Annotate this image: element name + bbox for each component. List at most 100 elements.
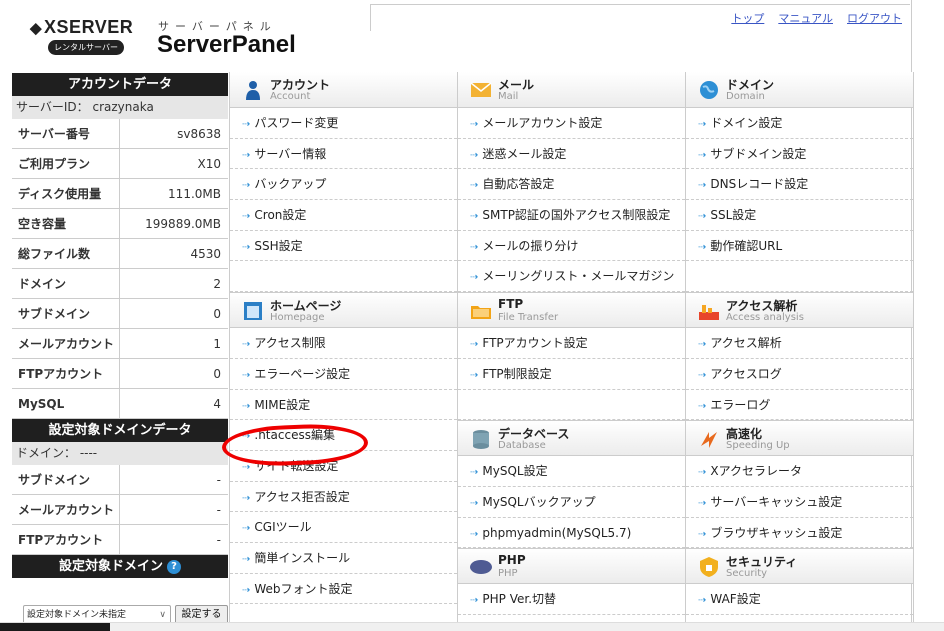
arrow-right-icon: ⇢ [470, 211, 479, 223]
menu-item-database[interactable]: ⇢ MySQLバックアップ [458, 487, 685, 518]
section-header-php[interactable]: PHP PHP [458, 548, 685, 585]
sidebar-data-row: 空き容量 199889.0MB [12, 209, 228, 239]
arrow-right-icon: ⇢ [242, 119, 251, 130]
menu-item-label: FTPアカウント設定 [482, 336, 588, 351]
link-logout[interactable]: ログアウト [847, 12, 902, 25]
menu-item-database[interactable]: ⇢ phpmyadmin(MySQL5.7) [458, 518, 685, 549]
sidebar-data-label: 総ファイル数 [12, 239, 120, 268]
menu-item-php[interactable]: ⇢ PHP Ver.切替 [458, 584, 685, 615]
section-subtitle: Mail [498, 91, 519, 102]
arrow-right-icon: ⇢ [698, 528, 707, 540]
menu-item-ftp[interactable]: ⇢ FTP制限設定 [458, 359, 685, 390]
menu-item-domain[interactable]: ⇢ ドメイン設定 [686, 108, 913, 139]
section-header-ftp[interactable]: FTP File Transfer [458, 292, 685, 329]
menu-item-domain[interactable]: ⇢ サブドメイン設定 [686, 139, 913, 170]
menu-item-domain[interactable]: ⇢ DNSレコード設定 [686, 169, 913, 201]
menu-item-domain[interactable]: ⇢ 動作確認URL [686, 231, 913, 262]
account-data-heading: アカウントデータ [12, 73, 228, 96]
menu-item-mail[interactable]: ⇢ メールの振り分け [458, 231, 685, 262]
menu-item-account[interactable]: ⇢ バックアップ [230, 169, 457, 201]
menu-item-label: サーバー情報 [254, 146, 327, 161]
link-manual[interactable]: マニュアル [778, 12, 833, 25]
section-header-database[interactable]: データベース Database [458, 420, 685, 457]
sidebar-data-value: - [216, 473, 221, 487]
section-header-security[interactable]: セキュリティ Security [686, 548, 913, 585]
menu-item-homepage[interactable]: ⇢ MIME設定 [230, 390, 457, 421]
link-top[interactable]: トップ [731, 12, 764, 25]
menu-item-homepage[interactable]: ⇢ アクセス制限 [230, 328, 457, 359]
sidebar-data-value: 0 [213, 307, 221, 321]
menu-item-domain[interactable]: ⇢ SSL設定 [686, 200, 913, 231]
menu-item-access[interactable]: ⇢ エラーログ [686, 390, 913, 421]
menu-item-account[interactable]: ⇢ サーバー情報 [230, 139, 457, 170]
menu-item-speed[interactable]: ⇢ ブラウザキャッシュ設定 [686, 518, 913, 549]
menu-item-account[interactable]: ⇢ パスワード変更 [230, 108, 457, 139]
access-analysis-chart-icon [698, 300, 720, 322]
section-subtitle: Access analysis [726, 312, 804, 324]
menu-item-speed[interactable]: ⇢ サーバーキャッシュ設定 [686, 487, 913, 518]
sidebar-data-label: ディスク使用量 [12, 179, 120, 208]
section-header-account[interactable]: アカウント Account [230, 72, 457, 108]
section-header-homepage[interactable]: ホームページ Homepage [230, 292, 457, 329]
menu-item-mail[interactable]: ⇢ 自動応答設定 [458, 169, 685, 201]
xserver-logo[interactable]: ◆ XSERVER [30, 17, 133, 38]
menu-column-2: メール Mail ⇢ メールアカウント設定 ⇢ 迷惑メール設定 ⇢ 自動応答設定 ⇢ SMTP認証… [458, 72, 686, 631]
menu-item-database[interactable]: ⇢ MySQL設定 [458, 456, 685, 487]
sidebar-data-row: サーバー番号 sv8638 [12, 119, 228, 149]
menu-item-account[interactable]: ⇢ Cron設定 [230, 200, 457, 231]
section-header-mail[interactable]: メール Mail [458, 72, 685, 108]
menu-item-homepage[interactable]: ⇢ CGIツール [230, 512, 457, 543]
arrow-right-icon: ⇢ [470, 241, 479, 253]
logo-rental-badge: レンタルサーバー [48, 40, 124, 55]
arrow-right-icon: ⇢ [698, 211, 707, 223]
menu-item-speed[interactable]: ⇢ Xアクセラレータ [686, 456, 913, 487]
arrow-right-icon: ⇢ [242, 400, 251, 412]
menu-item-mail[interactable]: ⇢ SMTP認証の国外アクセス制限設定 [458, 200, 685, 231]
sidebar-data-label: サブドメイン [12, 465, 120, 494]
sidebar-data-value: X10 [197, 157, 222, 171]
sidebar-data-label: ご利用プラン [12, 149, 120, 178]
menu-item-label: メールの振り分け [482, 238, 579, 253]
section-header-speed[interactable]: 高速化 Speeding Up [686, 420, 913, 457]
sidebar-data-label: 空き容量 [12, 209, 120, 238]
sidebar-data-value: - [216, 503, 221, 517]
diamond-logo-icon: ◆ [30, 20, 43, 37]
section-subtitle: Homepage [270, 312, 325, 324]
sidebar-data-row: ドメイン 2 [12, 269, 228, 299]
section-subtitle: File Transfer [498, 312, 559, 324]
arrow-right-icon: ⇢ [242, 211, 251, 223]
menu-item-ftp[interactable]: ⇢ FTPアカウント設定 [458, 328, 685, 359]
horizontal-scrollbar[interactable] [0, 622, 944, 631]
menu-item-account[interactable]: ⇢ SSH設定 [230, 231, 457, 262]
menu-item-mail[interactable]: ⇢ 迷惑メール設定 [458, 139, 685, 170]
menu-item-homepage[interactable]: ⇢ アクセス拒否設定 [230, 482, 457, 513]
menu-item-access[interactable]: ⇢ アクセスログ [686, 359, 913, 390]
menu-item-mail[interactable]: ⇢ メーリングリスト・メールマガジン [458, 261, 685, 293]
sidebar-data-value: 1 [213, 337, 221, 351]
menu-item-mail[interactable]: ⇢ メールアカウント設定 [458, 108, 685, 139]
menu-item-homepage[interactable]: ⇢ Webフォント設定 [230, 574, 457, 605]
arrow-right-icon: ⇢ [698, 180, 707, 192]
menu-item-label: サブドメイン設定 [710, 146, 807, 161]
section-header-domain[interactable]: ドメイン Domain [686, 72, 913, 108]
arrow-right-icon: ⇢ [698, 149, 707, 161]
menu-item-label: SSH設定 [254, 238, 303, 253]
scrollbar-thumb[interactable] [0, 623, 110, 631]
menu-item-homepage[interactable]: ⇢ エラーページ設定 [230, 359, 457, 390]
domain-globe-icon [698, 79, 720, 101]
server-panel-page: ◆ XSERVER レンタルサーバー サーバーパネル ServerPanel トッ… [0, 0, 944, 631]
arrow-right-icon: ⇢ [470, 497, 479, 509]
arrow-right-icon: ⇢ [470, 339, 479, 351]
menu-item-security[interactable]: ⇢ WAF設定 [686, 584, 913, 615]
menu-item-access[interactable]: ⇢ アクセス解析 [686, 328, 913, 359]
homepage-window-icon [242, 300, 264, 322]
menu-item-homepage[interactable]: ⇢ 簡単インストール [230, 543, 457, 574]
section-subtitle: Security [726, 568, 768, 580]
help-icon[interactable]: ? [167, 560, 181, 574]
menu-item-label: メーリングリスト・メールマガジン [482, 269, 675, 284]
menu-item-label: CGIツール [254, 520, 312, 535]
section-subtitle: Account [270, 91, 311, 102]
sidebar-data-value: 4 [213, 397, 221, 411]
section-header-access[interactable]: アクセス解析 Access analysis [686, 292, 913, 329]
menu-item-label: WAF設定 [710, 592, 761, 607]
